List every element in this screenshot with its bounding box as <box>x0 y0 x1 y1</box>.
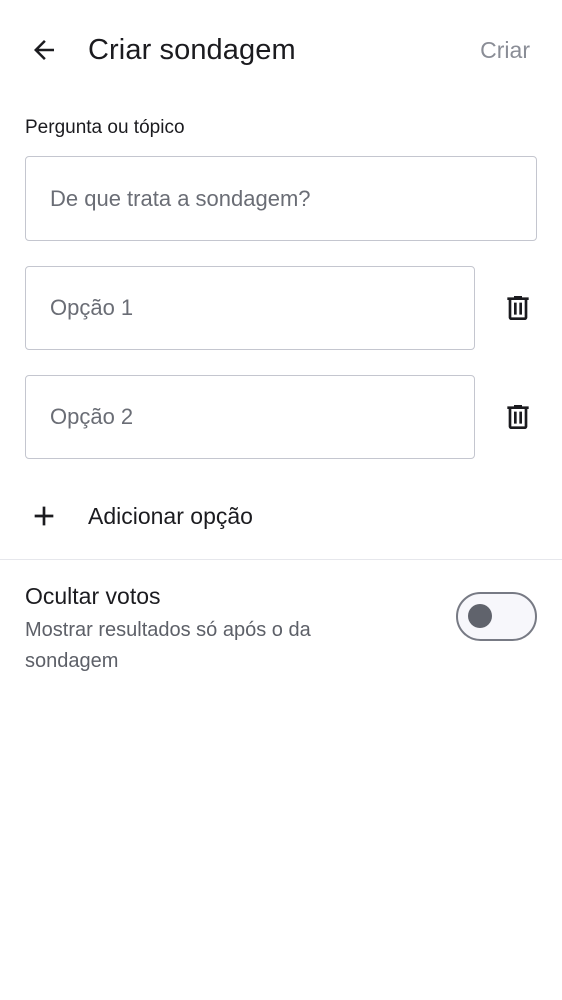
option-2-input[interactable] <box>26 376 474 458</box>
delete-option-1-button[interactable] <box>496 286 540 330</box>
hide-votes-subtitle: Mostrar resultados só após o da sondagem <box>25 619 311 672</box>
create-poll-screen: Criar sondagem Criar Pergunta ou tópico … <box>0 0 562 1000</box>
hide-votes-title: Ocultar votos <box>25 583 161 609</box>
divider <box>0 559 562 560</box>
create-button[interactable]: Criar <box>480 30 530 70</box>
top-app-bar: Criar sondagem Criar <box>0 0 562 100</box>
hide-votes-toggle[interactable] <box>456 592 537 641</box>
add-option-label: Adicionar opção <box>88 503 253 529</box>
question-field-container <box>25 156 537 241</box>
trash-icon <box>507 405 529 429</box>
option-2-container <box>25 375 475 459</box>
back-button[interactable] <box>22 28 66 72</box>
add-option-button[interactable]: Adicionar opção <box>0 486 562 546</box>
question-input[interactable] <box>26 157 536 240</box>
arrow-left-icon <box>34 40 54 60</box>
toggle-knob <box>468 604 492 628</box>
delete-option-2-button[interactable] <box>496 395 540 439</box>
option-1-input[interactable] <box>26 267 474 349</box>
question-label: Pergunta ou tópico <box>25 117 185 138</box>
option-1-container <box>25 266 475 350</box>
plus-icon <box>34 506 54 526</box>
trash-icon <box>507 296 529 320</box>
page-title: Criar sondagem <box>88 34 296 66</box>
